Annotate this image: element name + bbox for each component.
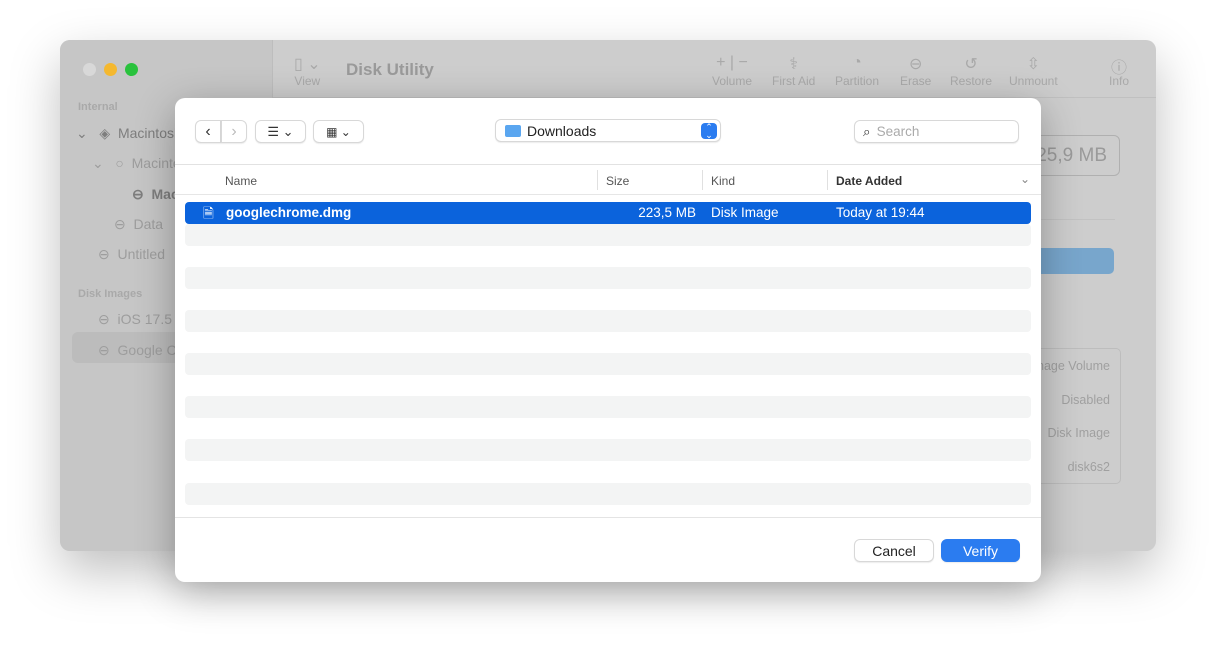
- file-row[interactable]: 🗎 googlechrome.dmg 223,5 MB Disk Image T…: [185, 202, 1031, 224]
- column-kind[interactable]: Kind: [711, 174, 735, 188]
- erase-button[interactable]: ⊖ Erase: [900, 54, 931, 88]
- volume-button[interactable]: + | − Volume: [712, 54, 752, 88]
- list-view-button[interactable]: ☰ ⌄: [255, 120, 306, 143]
- group-button[interactable]: ▦ ⌄: [313, 120, 364, 143]
- window-title: Disk Utility: [346, 60, 434, 79]
- sidebar-section-disk-images: Disk Images: [78, 288, 143, 300]
- stethoscope-icon: ⚕: [789, 56, 798, 73]
- partition-button[interactable]: ◔ Partition: [835, 54, 879, 88]
- cancel-button[interactable]: Cancel: [854, 539, 934, 562]
- sidebar-item-untitled[interactable]: ⊖ Untitled: [98, 246, 165, 263]
- search-icon: ⌕: [863, 123, 871, 139]
- minimize-window-button[interactable]: [104, 63, 117, 76]
- back-button[interactable]: ‹: [195, 120, 221, 143]
- list-icon: ☰ ⌄: [267, 123, 294, 139]
- view-button[interactable]: ▯ ⌄ View: [294, 54, 321, 88]
- zoom-window-button[interactable]: [125, 63, 138, 76]
- column-date-added[interactable]: Date Added: [836, 174, 902, 188]
- unmount-icon: ⇳: [1026, 56, 1041, 73]
- grid-icon: ▦ ⌄: [326, 124, 351, 139]
- location-popup[interactable]: Downloads ⌃ ⌄: [495, 119, 721, 142]
- verify-button[interactable]: Verify: [941, 539, 1020, 562]
- pie-icon: ◔: [852, 54, 862, 71]
- column-size[interactable]: Size: [606, 174, 629, 188]
- sidebar-section-internal: Internal: [78, 101, 118, 113]
- plus-minus-icon: + | −: [716, 54, 748, 71]
- close-window-button[interactable]: [83, 63, 96, 76]
- sidebar-item-data[interactable]: ⊖ Data: [114, 216, 163, 233]
- open-file-dialog: ‹ › ☰ ⌄ ▦ ⌄ Downloads ⌃ ⌄ ⌕ Search Name S…: [175, 98, 1041, 582]
- sidebar-item-ios[interactable]: ⊖ iOS 17.5: [98, 311, 172, 328]
- sidebar-icon: ▯ ⌄: [294, 56, 321, 73]
- column-header: Name Size Kind Date Added ⌄: [175, 164, 1041, 195]
- chevron-right-icon: ›: [231, 122, 237, 140]
- unmount-button[interactable]: ⇳ Unmount: [1009, 54, 1058, 88]
- erase-icon: ⊖: [908, 56, 923, 73]
- restore-button[interactable]: ↺ Restore: [950, 54, 992, 88]
- sort-chevron-icon: ⌄: [1020, 172, 1031, 186]
- chevron-left-icon: ‹: [205, 122, 211, 140]
- restore-icon: ↺: [964, 56, 978, 73]
- info-button[interactable]: ⓘ Info: [1109, 54, 1129, 88]
- info-icon: ⓘ: [1111, 60, 1128, 77]
- folder-icon: [505, 124, 521, 137]
- column-name[interactable]: Name: [225, 174, 257, 188]
- first-aid-button[interactable]: ⚕ First Aid: [772, 54, 815, 88]
- search-input[interactable]: ⌕ Search: [854, 120, 1019, 143]
- updown-chevron-icon: ⌃ ⌄: [701, 123, 717, 140]
- forward-button[interactable]: ›: [221, 120, 247, 143]
